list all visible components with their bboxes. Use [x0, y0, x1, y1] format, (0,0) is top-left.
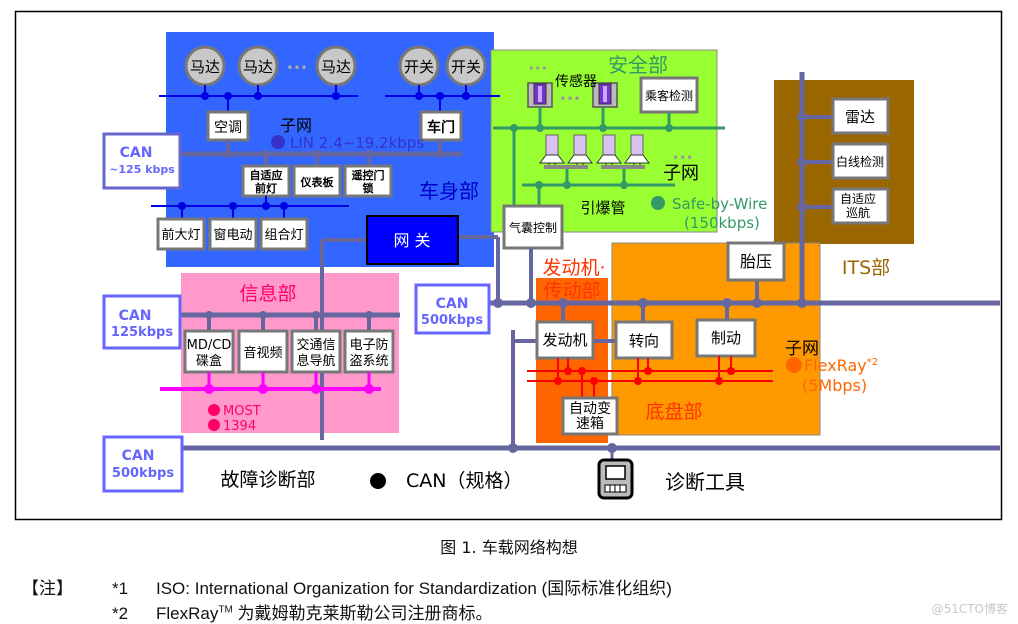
- info-domain-title: 信息部: [239, 283, 296, 305]
- can-name: CAN: [436, 296, 469, 312]
- can-label-body: [102, 132, 182, 190]
- label-line: MD/CD: [187, 338, 232, 353]
- label-line: 自动变: [569, 401, 611, 417]
- chassis-domain-title: 底盘部: [645, 401, 702, 423]
- motor-label: 马达: [243, 58, 273, 76]
- can-speed: 500kbps: [112, 466, 174, 481]
- diagnostic-domain-title: 故障诊断部: [220, 469, 315, 491]
- safety-subnet-label: 子网: [663, 163, 699, 184]
- igniter-icon: [602, 134, 616, 156]
- diagnostic-tool-label: 诊断工具: [665, 470, 745, 494]
- footnote-label: 【注】: [22, 579, 73, 598]
- footnote-number: *1: [112, 579, 129, 598]
- igniter-icon: [545, 134, 559, 156]
- label-line: 碟盒: [196, 353, 222, 369]
- ecu-combination-lamp-label: 组合灯: [264, 228, 303, 243]
- safe-by-wire-label: Safe-by-Wire: [672, 195, 767, 213]
- footnote-text: ISO: International Organization for Stan…: [156, 579, 672, 598]
- lin-label: LIN 2.4~19.2kbps: [290, 134, 424, 152]
- figure-caption: 图 1. 车载网络构想: [440, 538, 578, 557]
- ecu-lane-detection-label: 白线检测: [836, 154, 884, 169]
- footnotes: 【注】 *1 ISO: International Organization f…: [22, 574, 672, 624]
- footnote-1: 【注】 *1 ISO: International Organization f…: [22, 574, 672, 599]
- can-speed: 500kbps: [421, 313, 483, 328]
- ieee1394-label: 1394: [223, 419, 256, 434]
- motor-label: 马达: [190, 58, 220, 76]
- powertrain-title-line2: 传动部: [543, 280, 600, 302]
- ecu-headlamp-label: 前大灯: [161, 227, 200, 243]
- flexray-bullet-icon: [786, 357, 802, 373]
- label-line: 自适应: [250, 168, 283, 182]
- label-line: 锁: [363, 181, 374, 195]
- label-line: 前灯: [255, 181, 277, 195]
- gateway-label: 网 关: [393, 231, 430, 250]
- can-speed: 125kbps: [111, 325, 173, 340]
- safety-domain-title: 安全部: [608, 53, 668, 77]
- ellipsis: •••: [528, 62, 547, 75]
- igniter-icon: [630, 134, 644, 156]
- lin-bullet-icon: [271, 135, 285, 149]
- ecu-airbag-label: 气囊控制: [509, 220, 557, 235]
- igniter-label: 引爆管: [580, 199, 625, 217]
- ecu-door-label: 车门: [427, 119, 455, 136]
- can-name: CAN: [122, 448, 155, 464]
- footnote-2: *2 FlexRayTM 为戴姆勒克莱斯勒公司注册商标。: [22, 599, 672, 624]
- label-line: 交通信: [296, 337, 335, 353]
- label-line: 巡航: [846, 205, 870, 220]
- safe-by-wire-bullet-icon: [651, 196, 665, 210]
- sensor-label: 传感器: [555, 73, 597, 90]
- ellipsis: •••: [286, 61, 307, 75]
- label-line: 音视频: [243, 345, 282, 361]
- label-line: 遥控门: [352, 168, 385, 182]
- label-line: 盗系统: [349, 353, 388, 369]
- label-line: 息导航: [296, 353, 335, 369]
- ecu-steering-label: 转向: [629, 332, 659, 350]
- motor-label: 马达: [321, 58, 351, 76]
- sensor-icon: [527, 82, 553, 108]
- watermark: @51CTO博客: [931, 602, 1008, 616]
- label-line: 仪表板: [300, 175, 335, 189]
- flexray-speed: (5Mbps): [802, 376, 867, 395]
- can-speed: ~125 kbps: [109, 163, 175, 176]
- can-name: CAN: [120, 145, 153, 161]
- its-domain-title: ITS部: [842, 257, 890, 279]
- label-line: 电子防: [349, 337, 388, 353]
- can-name: CAN: [119, 308, 152, 324]
- ecu-power-window-label: 窗电动: [213, 227, 252, 243]
- most-label: MOST: [223, 404, 261, 419]
- ecu-radar-label: 雷达: [845, 108, 875, 126]
- body-subnet-label: 子网: [280, 116, 312, 135]
- ecu-engine-label: 发动机: [542, 331, 587, 349]
- igniter-icon: [573, 134, 587, 156]
- powertrain-title-line1: 发动机·: [542, 257, 605, 279]
- footnote-text: FlexRayTM 为戴姆勒克莱斯勒公司注册商标。: [156, 604, 493, 623]
- safe-by-wire-speed: (150kbps): [684, 214, 760, 232]
- label-line: 自适应: [840, 191, 876, 206]
- switch-label: 开关: [404, 58, 434, 76]
- ieee1394-bullet-icon: [208, 419, 220, 431]
- footnote-number: *2: [112, 604, 129, 623]
- ecu-occupant-label: 乘客检测: [645, 88, 693, 103]
- most-bullet-icon: [208, 404, 220, 416]
- label-line: 速箱: [576, 416, 604, 432]
- switch-label: 开关: [451, 58, 481, 76]
- ellipsis: •••: [559, 92, 580, 106]
- can-legend-bullet-icon: [370, 473, 386, 489]
- can-legend-label: CAN（规格）: [406, 470, 522, 492]
- can-label-diagnostic: [102, 435, 184, 493]
- ecu-tire-pressure-label: 胎压: [740, 252, 772, 271]
- ecu-aircon-label: 空调: [214, 120, 242, 136]
- body-domain-title: 车身部: [419, 179, 479, 203]
- diagnostic-tool-icon: [597, 458, 634, 500]
- ecu-brake-label: 制动: [711, 329, 741, 347]
- vehicle-network-diagram: 马达 马达 马达 ••• 开关 开关 空调 车门 子网 LIN 2.4~19.2…: [14, 10, 1003, 521]
